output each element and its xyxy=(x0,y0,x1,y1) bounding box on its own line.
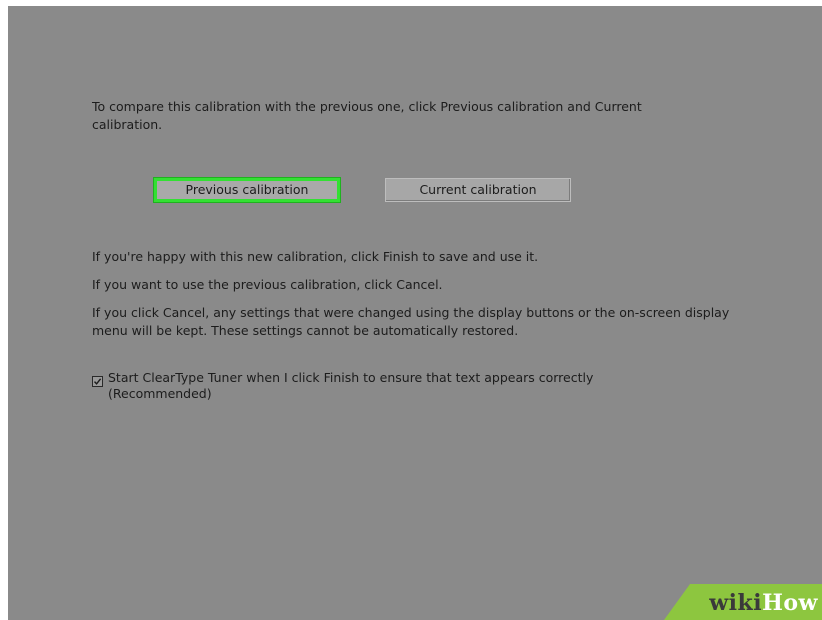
intro-text: To compare this calibration with the pre… xyxy=(92,99,642,132)
current-calibration-button[interactable]: Current calibration xyxy=(385,178,571,202)
wikihow-logo: wikiHow xyxy=(709,590,818,616)
cancel-instruction-text: If you want to use the previous calibrat… xyxy=(92,277,443,292)
finish-instruction-text: If you're happy with this new calibratio… xyxy=(92,249,539,264)
checkmark-icon xyxy=(93,378,102,385)
cleartype-checkbox[interactable] xyxy=(92,376,103,387)
wikihow-watermark: wikiHow xyxy=(664,584,822,620)
previous-calibration-button[interactable]: Previous calibration xyxy=(154,178,340,202)
wikihow-logo-wiki: wiki xyxy=(709,590,763,616)
cancel-note-text: If you click Cancel, any settings that w… xyxy=(92,305,730,338)
calibration-window: To compare this calibration with the pre… xyxy=(8,6,822,620)
cleartype-checkbox-label: Start ClearType Tuner when I click Finis… xyxy=(108,370,594,401)
wikihow-logo-how: How xyxy=(762,590,818,616)
